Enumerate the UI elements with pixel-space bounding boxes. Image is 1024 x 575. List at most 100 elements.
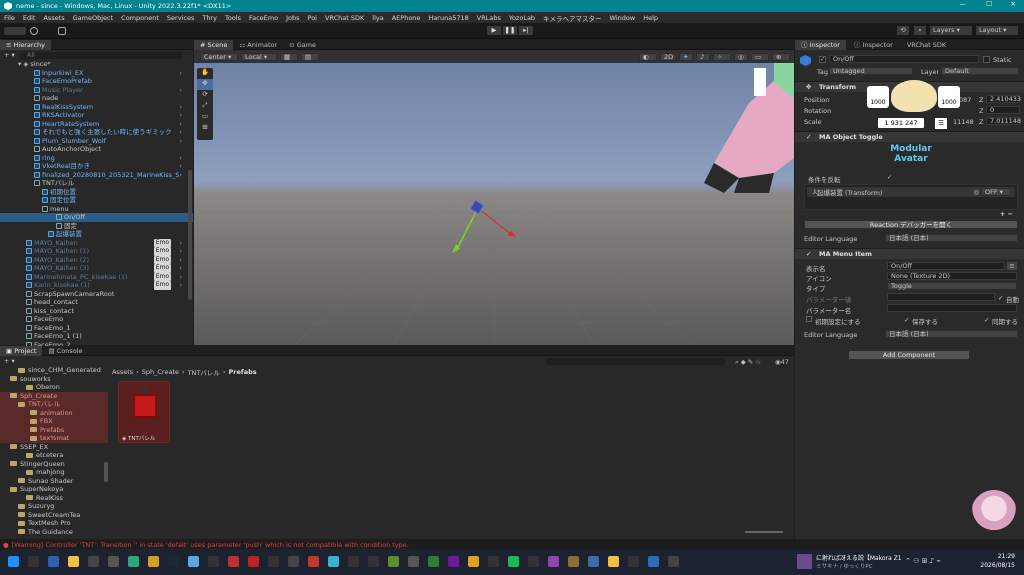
active-checkbox[interactable]: ✓ — [819, 56, 826, 63]
rect-tool-icon[interactable]: ▭ — [197, 112, 213, 123]
expand-prefab-icon[interactable]: › — [179, 273, 182, 282]
close-button[interactable]: ✕ — [1011, 0, 1016, 8]
create-asset-button[interactable]: + ▾ — [4, 357, 15, 365]
toggle-list-item[interactable]: ⅄ 起爆装置 (Transform) ◎ OFF ▾ — [807, 187, 1015, 197]
taskbar-app-icon[interactable] — [188, 556, 199, 567]
scale-x-partial[interactable]: 11148 — [953, 118, 974, 126]
scene-root[interactable]: ▾ ◈ since* — [0, 60, 193, 69]
expand-prefab-icon[interactable]: › — [179, 111, 182, 120]
add-remove-buttons[interactable]: + − — [1000, 210, 1013, 218]
move-tool-icon[interactable]: ✥ — [197, 79, 213, 90]
project-folder[interactable]: Sph_Create — [0, 391, 108, 400]
expand-prefab-icon[interactable]: › — [179, 154, 182, 163]
taskbar-app-icon[interactable] — [508, 556, 519, 567]
tab-inspector-1[interactable]: ⓘ Inspector — [795, 39, 846, 50]
expand-prefab-icon[interactable]: › — [179, 247, 182, 256]
project-folder[interactable]: since_CHM_Generated — [0, 366, 108, 375]
draw-mode-dropdown[interactable]: ◐ — [639, 52, 657, 61]
hierarchy-item[interactable]: MAYO_Kaihen Emo › — [0, 238, 193, 248]
thumbnail-size-slider[interactable] — [745, 531, 783, 533]
position-z-field[interactable]: 2.410433 — [986, 95, 1021, 103]
menu-item[interactable]: キメラヘアマスター — [543, 13, 602, 23]
hierarchy-item[interactable]: finalized_20280810_205321_MarineKiss_S › — [0, 171, 193, 180]
taskbar-app-icon[interactable] — [388, 556, 399, 567]
invert-condition-checkbox[interactable]: ✓ — [887, 174, 892, 181]
taskbar-app-icon[interactable] — [368, 556, 379, 567]
project-folder[interactable]: Suzuryg — [0, 502, 108, 511]
layer-dropdown[interactable]: Default — [941, 67, 1019, 75]
taskbar-app-icon[interactable] — [168, 556, 179, 567]
audio-button[interactable]: ♪ — [696, 52, 710, 61]
minimize-button[interactable]: — — [960, 0, 967, 8]
taskbar-app-icon[interactable] — [248, 556, 259, 567]
project-folder[interactable]: SSEP_EX — [0, 443, 108, 452]
taskbar-app-icon[interactable] — [108, 556, 119, 567]
target-picker-icon[interactable]: ◎ — [973, 188, 979, 196]
hierarchy-item[interactable]: 起爆装置 — [0, 230, 193, 239]
tab-game[interactable]: ⊙ Game — [283, 40, 322, 50]
play-button[interactable]: ▶ — [487, 26, 501, 35]
menu-item[interactable]: File — [4, 14, 15, 22]
expand-prefab-icon[interactable]: › — [179, 137, 182, 146]
taskbar-app-icon[interactable] — [28, 556, 39, 567]
project-folder[interactable]: animation — [0, 408, 108, 417]
layers-dropdown[interactable]: Layers ▾ — [930, 26, 972, 35]
project-search-input[interactable] — [545, 358, 725, 365]
tab-console[interactable]: ▤ Console — [42, 346, 88, 356]
position-x-partial[interactable]: 087 — [959, 96, 971, 104]
breadcrumb-tnt[interactable]: TNTバレル — [188, 367, 220, 377]
transform-tool-icon[interactable]: ⊞ — [197, 123, 213, 134]
menu-item[interactable]: Assets — [43, 14, 64, 22]
project-folder[interactable]: FBX — [0, 417, 108, 426]
expand-prefab-icon[interactable]: › — [179, 239, 182, 248]
project-folder[interactable]: Prefabs — [0, 425, 108, 434]
taskbar-app-icon[interactable] — [268, 556, 279, 567]
hierarchy-item[interactable]: Inpurkiwi_EX › — [0, 69, 193, 78]
type-dropdown[interactable]: Toggle — [887, 282, 1017, 290]
hierarchy-item[interactable]: MAYO_Kaihen (3) Emo › — [0, 264, 193, 273]
project-folder[interactable]: TNTバレル — [0, 400, 108, 409]
project-folder[interactable]: SuperNekoya — [0, 485, 108, 494]
menu-item[interactable]: Help — [643, 14, 658, 22]
object-name-field[interactable]: On/Off — [829, 55, 979, 63]
taskbar-app-icon[interactable] — [208, 556, 219, 567]
default-checkbox[interactable] — [806, 316, 812, 322]
hierarchy-item[interactable]: kiss_contact — [0, 307, 193, 316]
expand-prefab-icon[interactable]: › — [179, 103, 182, 112]
search-icon[interactable]: ⌕ — [914, 26, 926, 35]
param-name-field[interactable] — [887, 304, 1017, 312]
tab-project[interactable]: ▣ Project — [0, 345, 43, 356]
toggle-state-dropdown[interactable]: OFF ▾ — [981, 188, 1011, 196]
menu-item[interactable]: Haruna5718 — [428, 14, 468, 22]
hierarchy-item[interactable]: 初期位置 — [0, 188, 193, 197]
hierarchy-item[interactable]: Music Player › — [0, 86, 193, 95]
taskbar-app-icon[interactable] — [628, 556, 639, 567]
hierarchy-search-input[interactable]: All — [18, 51, 183, 59]
menu-item[interactable]: Component — [121, 14, 159, 22]
hierarchy-item[interactable]: FaceEmo_1 — [0, 324, 193, 333]
hierarchy-item[interactable]: RKSActivator › — [0, 111, 193, 120]
tab-scene[interactable]: # Scene — [194, 39, 234, 50]
scale-z-field[interactable]: 7.011148 — [986, 117, 1021, 125]
project-tree-scrollbar[interactable] — [104, 462, 108, 482]
param-value-field[interactable] — [887, 293, 995, 301]
gizmos-button[interactable]: ⊕ — [772, 52, 790, 61]
hierarchy-item[interactable]: 固定 — [0, 222, 193, 231]
taskbar-app-icon[interactable] — [228, 556, 239, 567]
menu-item[interactable]: AEPhone — [392, 14, 421, 22]
effects-button[interactable]: ✧ — [713, 52, 731, 61]
add-object-button[interactable]: + ▾ — [4, 51, 15, 59]
snap-increment-button[interactable]: ▤ — [301, 52, 319, 61]
hierarchy-item[interactable]: FaceEmoPrefab — [0, 77, 193, 86]
taskbar-app-icon[interactable] — [568, 556, 579, 567]
expand-prefab-icon[interactable]: › — [179, 162, 182, 171]
status-message[interactable]: [Warning] Controller 'TNT': Transition '… — [12, 541, 409, 549]
project-folder[interactable]: Sunao Shader — [0, 477, 108, 486]
editor-language-dropdown-2[interactable]: 日本語 (日本) — [885, 330, 1018, 338]
taskbar-app-icon[interactable] — [668, 556, 679, 567]
menu-item[interactable]: VRLabs — [477, 14, 501, 22]
tag-dropdown[interactable]: Untagged — [829, 67, 913, 75]
start-menu-icon[interactable] — [8, 556, 19, 567]
menu-item[interactable]: llya — [372, 14, 383, 22]
taskbar-app-icon[interactable] — [128, 556, 139, 567]
